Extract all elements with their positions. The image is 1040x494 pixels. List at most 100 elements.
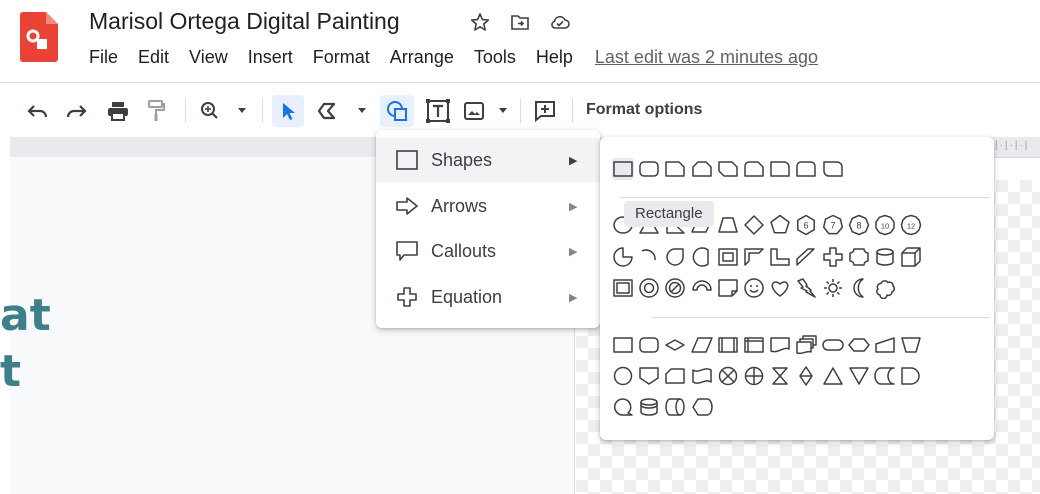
block-arc-shape[interactable] [691, 277, 713, 299]
round-single-corner-rectangle-shape[interactable] [769, 158, 791, 180]
half-frame-shape[interactable] [743, 246, 765, 268]
arc-shape[interactable] [638, 246, 660, 268]
snip-and-round-single-corner-rectangle-shape[interactable] [743, 158, 765, 180]
manual-input-shape[interactable] [874, 334, 896, 356]
no-symbol-shape[interactable] [664, 277, 686, 299]
print-icon[interactable] [104, 95, 132, 127]
line-icon[interactable] [314, 95, 370, 127]
menu-item-callouts[interactable]: Callouts ▶ [376, 229, 600, 273]
paint-format-icon[interactable] [142, 95, 170, 127]
alternate-process-shape[interactable] [638, 334, 660, 356]
hexagon-shape[interactable]: 6 [795, 214, 817, 236]
zoom-icon[interactable] [196, 95, 250, 127]
cross-shape[interactable] [822, 246, 844, 268]
undo-icon[interactable] [24, 95, 52, 127]
sort-shape[interactable] [795, 365, 817, 387]
plus-icon [395, 286, 419, 308]
menu-format[interactable]: Format [313, 47, 370, 68]
direct-access-storage-shape[interactable] [664, 396, 686, 418]
moon-shape[interactable] [848, 277, 870, 299]
submenu-arrow-icon: ▶ [569, 154, 578, 167]
menu-help[interactable]: Help [536, 47, 573, 68]
off-page-connector-shape[interactable] [638, 365, 660, 387]
merge-shape[interactable] [848, 365, 870, 387]
delay-shape[interactable] [900, 365, 922, 387]
last-edit-link[interactable]: Last edit was 2 minutes ago [595, 47, 818, 68]
menu-item-arrows[interactable]: Arrows ▶ [376, 184, 600, 228]
collate-shape[interactable] [769, 365, 791, 387]
trapezoid-shape[interactable] [717, 214, 739, 236]
magnetic-disk-shape[interactable] [638, 396, 660, 418]
donut-shape[interactable] [638, 277, 660, 299]
pentagon-shape[interactable] [769, 214, 791, 236]
process-shape[interactable] [612, 334, 634, 356]
rectangle-shape[interactable] [612, 158, 634, 180]
star-icon[interactable] [468, 10, 492, 34]
menu-view[interactable]: View [189, 47, 228, 68]
cloud-shape[interactable] [874, 277, 896, 299]
select-icon[interactable] [272, 95, 304, 127]
text-box-icon[interactable] [422, 95, 454, 127]
menu-item-equation[interactable]: Equation ▶ [376, 275, 600, 319]
drawings-logo-icon[interactable] [20, 12, 58, 62]
shape-icon[interactable] [380, 95, 414, 127]
snip-single-corner-rectangle-shape[interactable] [664, 158, 686, 180]
redo-icon[interactable] [62, 95, 90, 127]
manual-operation-shape[interactable] [900, 334, 922, 356]
doc-title[interactable]: Marisol Ortega Digital Painting [89, 8, 400, 35]
snip-diagonal-corner-rectangle-shape[interactable] [717, 158, 739, 180]
cloud-status-icon[interactable] [548, 10, 572, 34]
menu-tools[interactable]: Tools [474, 47, 516, 68]
frame-shape[interactable] [717, 246, 739, 268]
or-shape[interactable] [743, 365, 765, 387]
heptagon-shape[interactable]: 7 [822, 214, 844, 236]
data-shape[interactable] [690, 334, 713, 356]
connector-shape[interactable] [612, 365, 634, 387]
extract-shape[interactable] [822, 365, 844, 387]
can-shape[interactable] [874, 246, 896, 268]
document-shape[interactable] [769, 334, 791, 356]
pie-shape[interactable] [612, 246, 634, 268]
menu-edit[interactable]: Edit [138, 47, 169, 68]
sequential-access-storage-shape[interactable] [612, 396, 634, 418]
snip-same-side-corner-rectangle-shape[interactable] [691, 158, 713, 180]
heart-shape[interactable] [769, 277, 791, 299]
image-icon[interactable] [462, 95, 510, 127]
chord-shape[interactable] [691, 246, 713, 268]
lightning-bolt-shape[interactable] [795, 277, 817, 299]
summing-junction-shape[interactable] [717, 365, 739, 387]
stored-data-shape[interactable] [874, 365, 896, 387]
folded-corner-shape[interactable] [717, 277, 739, 299]
dodecagon-shape[interactable]: 12 [900, 214, 922, 236]
predefined-process-shape[interactable] [717, 334, 739, 356]
l-shape-shape[interactable] [769, 246, 791, 268]
terminator-shape[interactable] [821, 334, 844, 356]
cube-shape[interactable] [900, 246, 922, 268]
diagonal-stripe-shape[interactable] [795, 246, 817, 268]
decision-shape[interactable] [664, 334, 686, 356]
format-options-button[interactable]: Format options [586, 101, 702, 119]
add-comment-icon[interactable] [530, 95, 560, 127]
menu-arrange[interactable]: Arrange [390, 47, 454, 68]
display-shape[interactable] [691, 396, 713, 418]
teardrop-shape[interactable] [664, 246, 686, 268]
punched-tape-shape[interactable] [691, 365, 713, 387]
multidocument-shape[interactable] [795, 334, 818, 356]
internal-storage-shape[interactable] [743, 334, 765, 356]
rounded-rectangle-shape[interactable] [638, 158, 660, 180]
preparation-shape[interactable] [848, 334, 870, 356]
diamond-shape[interactable] [743, 214, 765, 236]
sun-shape[interactable] [822, 277, 844, 299]
menu-insert[interactable]: Insert [248, 47, 293, 68]
card-shape[interactable] [664, 365, 686, 387]
menu-file[interactable]: File [89, 47, 118, 68]
smiley-face-shape[interactable] [743, 277, 765, 299]
round-diagonal-corner-rectangle-shape[interactable] [822, 158, 844, 180]
bevel-shape[interactable] [612, 277, 634, 299]
octagon-shape[interactable]: 8 [848, 214, 870, 236]
plaque-shape[interactable] [848, 246, 870, 268]
move-to-folder-icon[interactable] [508, 10, 532, 34]
round-same-side-corner-rectangle-shape[interactable] [795, 158, 817, 180]
menu-item-shapes[interactable]: Shapes ▶ [376, 138, 600, 182]
decagon-shape[interactable]: 10 [874, 214, 896, 236]
